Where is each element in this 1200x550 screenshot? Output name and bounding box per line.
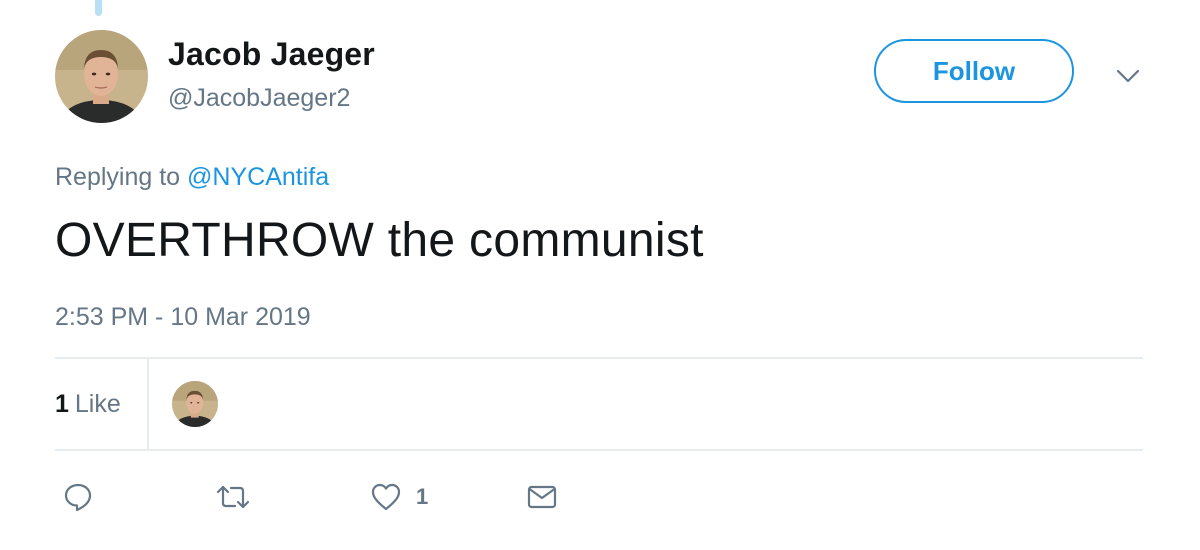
reply-button[interactable]: [62, 480, 94, 514]
likes-stat-link[interactable]: 1 Like: [55, 390, 121, 419]
tweet-timestamp[interactable]: 2:53 PM - 10 Mar 2019: [55, 303, 311, 332]
chevron-down-icon[interactable]: [1114, 62, 1142, 90]
reply-icon: [64, 483, 92, 512]
stats-divider-bottom: [55, 449, 1143, 451]
envelope-icon: [527, 485, 557, 509]
replying-to-line: Replying to @NYCAntifa: [55, 163, 329, 192]
replying-to-mention-link[interactable]: @NYCAntifa: [187, 163, 329, 191]
author-handle[interactable]: @JacobJaeger2: [168, 84, 350, 113]
likes-count: 1: [55, 390, 69, 418]
likes-label: Like: [74, 390, 121, 418]
like-action-count: 1: [416, 484, 429, 509]
stats-separator: [147, 359, 149, 449]
liker-avatar[interactable]: [172, 381, 218, 427]
stats-divider-top: [55, 357, 1143, 359]
replying-to-label: Replying to: [55, 163, 181, 191]
author-display-name[interactable]: Jacob Jaeger: [168, 36, 375, 73]
tweet-text: OVERTHROW the communist: [55, 214, 704, 267]
heart-icon: [371, 483, 401, 511]
direct-message-button[interactable]: [526, 480, 558, 514]
follow-button[interactable]: Follow: [874, 39, 1074, 103]
retweet-button[interactable]: [215, 480, 251, 514]
retweet-icon: [216, 485, 250, 509]
author-avatar[interactable]: [55, 30, 148, 123]
thread-connector-line: [95, 0, 102, 16]
like-button[interactable]: 1: [370, 480, 428, 514]
author-avatar-image: [55, 30, 148, 123]
